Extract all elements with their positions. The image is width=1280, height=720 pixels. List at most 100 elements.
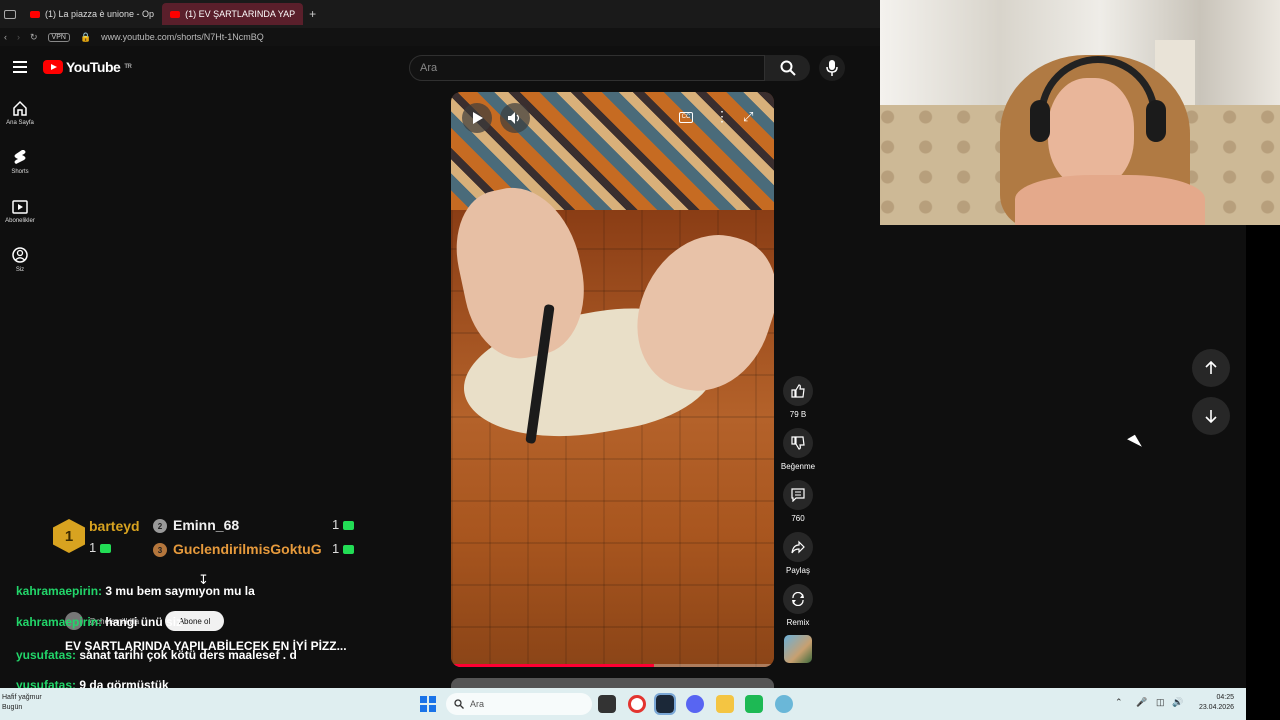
- nav-item-subscriptions[interactable]: Abonelikler: [0, 198, 40, 224]
- logo-text: YouTube: [66, 59, 121, 75]
- captions-icon[interactable]: CC: [679, 112, 693, 123]
- weather-condition: Hafif yağmur: [2, 694, 42, 701]
- dislike-button[interactable]: Beğenme: [781, 428, 815, 471]
- chevron-up-icon[interactable]: ⌃: [1115, 697, 1123, 708]
- browser-tab-bar: (1) La piazza è unione - Op (1) EV ŞARTL…: [0, 0, 880, 28]
- like-button[interactable]: 79 B: [781, 376, 815, 419]
- chat-message: kahramaepirin: hangi ünü siz: [16, 615, 182, 629]
- voice-search-button[interactable]: [819, 55, 845, 81]
- youtube-favicon-icon: [30, 10, 40, 18]
- dislike-label: Beğenme: [780, 462, 816, 471]
- address-bar: ‹ › ↻ VPN 🔒 www.youtube.com/shorts/N7Ht-…: [0, 28, 880, 46]
- youtube-logo[interactable]: YouTube TR: [43, 59, 132, 75]
- search-input[interactable]: Ara: [409, 55, 765, 81]
- windows-start-icon[interactable]: [420, 696, 436, 712]
- headset-earcup: [1146, 100, 1166, 142]
- app-settings-icon[interactable]: [775, 695, 793, 713]
- arrow-up-icon: [1205, 361, 1217, 374]
- microphone-tray-icon[interactable]: 🎤: [1136, 697, 1147, 708]
- taskbar-search[interactable]: Ara: [446, 693, 592, 715]
- chat-text: 3 mu bem saymıyon mu la: [105, 584, 255, 598]
- rank-badge: 3: [153, 543, 167, 558]
- nav-label: Shorts: [11, 169, 29, 175]
- tab-label: (1) EV ŞARTLARINDA YAP: [185, 9, 296, 19]
- back-icon[interactable]: ‹: [4, 32, 7, 42]
- search-icon: [780, 60, 796, 76]
- tab-label: (1) La piazza è unione - Op: [45, 9, 155, 19]
- webcam-overlay: [880, 0, 1280, 225]
- sound-thumbnail[interactable]: [784, 635, 812, 663]
- mouse-cursor-icon: [1127, 434, 1142, 452]
- remix-button[interactable]: Remix: [781, 584, 815, 627]
- app-green-icon[interactable]: [745, 695, 763, 713]
- weather-widget[interactable]: Hafif yağmur Bugün: [2, 693, 42, 713]
- youtube-favicon-icon: [170, 10, 181, 18]
- nav-label: Ana Sayfa: [6, 120, 34, 126]
- streamer-body: [1015, 175, 1205, 225]
- windows-taskbar: [0, 688, 1246, 720]
- chat-text: sanat tarihi çok kötü ders maalesef . d: [79, 648, 297, 662]
- lock-icon: 🔒: [79, 31, 92, 42]
- url-field[interactable]: www.youtube.com/shorts/N7Ht-1NcmBQ: [101, 32, 264, 42]
- nav-item-you[interactable]: Siz: [0, 247, 40, 273]
- opera-gx-icon[interactable]: [628, 695, 646, 713]
- leaderboard-first-badge: 1: [53, 519, 85, 553]
- shorts-video-player[interactable]: CC ⋮ ⤢: [451, 92, 774, 667]
- nav-item-home[interactable]: Ana Sayfa: [0, 100, 40, 126]
- previous-short-button[interactable]: [1192, 349, 1230, 387]
- nav-label: Abonelikler: [5, 218, 35, 224]
- shorts-icon: [14, 150, 26, 164]
- next-short-button[interactable]: [1192, 397, 1230, 435]
- speaker-icon[interactable]: 🔊: [1172, 697, 1183, 708]
- taskbar-search-label: Ara: [470, 699, 485, 709]
- second-place-row: 2 Eminn_68: [153, 517, 240, 534]
- nav-item-shorts[interactable]: Shorts: [0, 149, 40, 175]
- tab-ev-sartlarinda[interactable]: (1) EV ŞARTLARINDA YAP: [162, 3, 304, 25]
- system-clock[interactable]: 04:25 23.04.2026: [1190, 693, 1234, 713]
- vpn-badge[interactable]: VPN: [47, 32, 70, 42]
- task-view-icon[interactable]: [598, 695, 616, 713]
- discord-icon[interactable]: [686, 695, 704, 713]
- count-value: 1: [89, 540, 97, 555]
- leader-count: 1: [89, 540, 112, 555]
- video-progress-bar[interactable]: [451, 664, 774, 667]
- search-icon: [454, 699, 464, 709]
- play-icon: [473, 112, 483, 124]
- workspaces-icon[interactable]: [4, 9, 16, 19]
- weather-day: Bugün: [2, 704, 23, 711]
- comments-button[interactable]: 760: [781, 480, 815, 523]
- more-options-icon[interactable]: ⋮: [715, 109, 729, 123]
- chat-user: yusufatas:: [16, 648, 77, 662]
- share-button[interactable]: Paylaş: [781, 532, 815, 575]
- play-button[interactable]: [462, 103, 492, 133]
- fullscreen-icon[interactable]: ⤢: [743, 109, 753, 125]
- chat-user: kahramaepirin:: [16, 584, 103, 598]
- remix-label: Remix: [786, 618, 810, 627]
- subscriptions-icon: [12, 200, 28, 214]
- new-tab-button[interactable]: +: [309, 7, 316, 21]
- menu-icon[interactable]: [13, 61, 27, 73]
- reload-icon[interactable]: ↻: [30, 32, 38, 43]
- third-place-row: 3 GuclendirilmisGoktuG: [153, 541, 322, 558]
- youtube-play-logo-icon: [43, 60, 63, 74]
- forward-icon[interactable]: ›: [17, 32, 20, 42]
- third-count: 1: [332, 541, 355, 556]
- second-name: Eminn_68: [173, 517, 240, 533]
- arrow-down-icon: [1205, 410, 1217, 423]
- volume-button[interactable]: [500, 103, 530, 133]
- account-icon: [12, 247, 28, 263]
- file-explorer-icon[interactable]: [716, 695, 734, 713]
- search-button[interactable]: [765, 55, 810, 81]
- network-icon[interactable]: ◫: [1156, 697, 1165, 708]
- chat-message: kahramaepirin: 3 mu bem saymıyon mu la: [16, 584, 255, 598]
- share-icon: [791, 540, 805, 554]
- video-progress-fill: [451, 664, 655, 667]
- second-count: 1: [332, 517, 355, 532]
- gem-icon: [100, 544, 112, 554]
- clock-date: 23.04.2026: [1198, 704, 1234, 711]
- thumbs-down-icon: [791, 436, 805, 450]
- remix-icon: [792, 592, 804, 606]
- clock-time: 04:25: [1216, 694, 1234, 701]
- tab-la-piazza[interactable]: (1) La piazza è unione - Op: [22, 3, 162, 25]
- steam-icon[interactable]: [654, 693, 676, 715]
